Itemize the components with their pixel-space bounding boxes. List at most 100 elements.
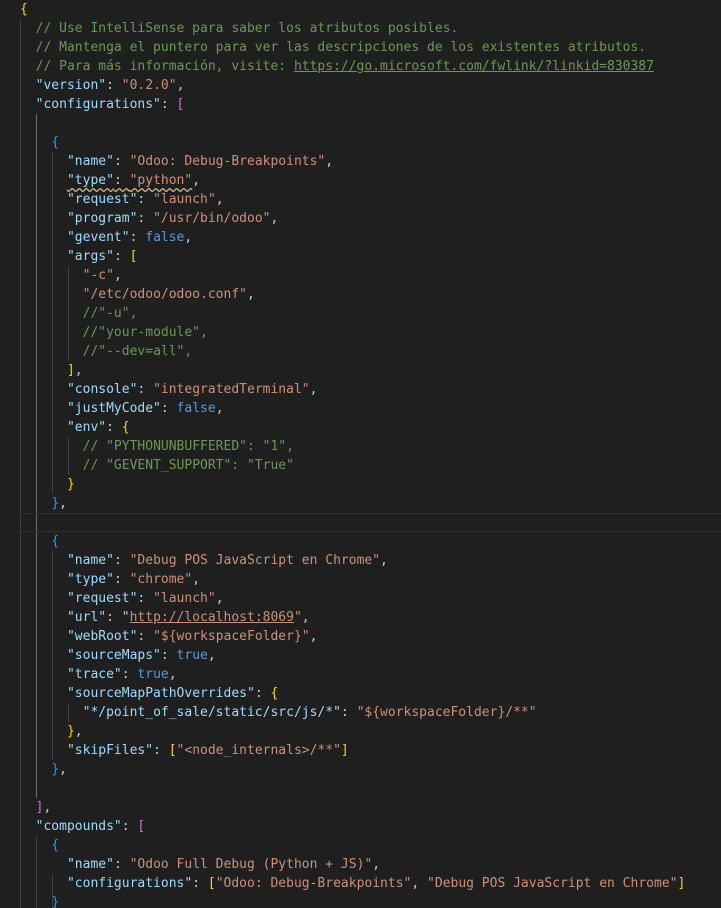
code-line[interactable]: "program": "/usr/bin/odoo",	[20, 209, 278, 228]
code-line[interactable]: "justMyCode": false,	[20, 399, 224, 418]
code-token: "chrome"	[129, 572, 193, 587]
code-line[interactable]: "*/point_of_sale/static/src/js/*": "${wo…	[20, 703, 537, 722]
code-token: "args"	[66, 249, 114, 264]
code-token: "justMyCode"	[66, 401, 161, 416]
code-line[interactable]: "configurations": [	[20, 95, 185, 114]
code-line[interactable]: // "GEVENT_SUPPORT": "True"	[20, 456, 294, 475]
code-token: ,	[372, 857, 381, 872]
code-line[interactable]: //"-u",	[20, 304, 138, 323]
code-line[interactable]: // "PYTHONUNBUFFERED": "1",	[20, 437, 294, 456]
code-line[interactable]: // Para más información, visite: https:/…	[20, 57, 654, 76]
code-line[interactable]: "/etc/odoo/odoo.conf",	[20, 285, 255, 304]
code-line[interactable]: "console": "integratedTerminal",	[20, 380, 317, 399]
code-line[interactable]: "configurations": ["Odoo: Debug-Breakpoi…	[20, 874, 685, 893]
code-token: "Odoo: Debug-Breakpoints"	[129, 154, 326, 169]
code-line[interactable]: //"--dev=all",	[20, 342, 193, 361]
code-token: :	[160, 648, 177, 663]
code-line[interactable]: {	[20, 836, 59, 855]
code-token: ,	[215, 591, 224, 606]
code-token: :	[113, 173, 130, 188]
code-token: //"--dev=all",	[82, 344, 193, 359]
code-token: :	[160, 401, 177, 416]
code-token: ,	[309, 382, 318, 397]
code-line[interactable]: ],	[20, 798, 52, 817]
code-token: ,	[113, 268, 122, 283]
code-line[interactable]: "url": "http://localhost:8069",	[20, 608, 310, 627]
code-line[interactable]: },	[20, 494, 67, 513]
code-token: "${workspaceFolder}/**"	[356, 705, 537, 720]
code-token: "python"	[129, 173, 193, 188]
code-line[interactable]: //"your-module",	[20, 323, 208, 342]
code-line[interactable]: "type": "chrome",	[20, 570, 200, 589]
code-token: :	[113, 154, 130, 169]
code-line[interactable]: "trace": true,	[20, 665, 177, 684]
code-editor[interactable]: { // Use IntelliSense para saber los atr…	[0, 0, 721, 908]
code-line[interactable]: "sourceMapPathOverrides": {	[20, 684, 278, 703]
code-line[interactable]: {	[20, 0, 28, 19]
code-token: "trace"	[66, 667, 122, 682]
code-line[interactable]: // Mantenga el puntero para ver las desc…	[20, 38, 647, 57]
code-token: }	[51, 496, 60, 511]
code-token: ,	[247, 287, 255, 302]
code-token: [	[168, 743, 177, 758]
code-line[interactable]: {	[20, 532, 59, 551]
code-line[interactable]: {	[20, 133, 59, 152]
code-token: ,	[215, 401, 224, 416]
code-line[interactable]: ],	[20, 361, 83, 380]
code-token: // "PYTHONUNBUFFERED": "1",	[82, 439, 294, 454]
code-token: true	[176, 648, 208, 663]
code-line[interactable]: "name": "Odoo: Debug-Breakpoints",	[20, 152, 333, 171]
code-line[interactable]: "name": "Debug POS JavaScript en Chrome"…	[20, 551, 388, 570]
code-token: "program"	[66, 211, 138, 226]
code-line[interactable]: "skipFiles": ["<node_internals>/**"]	[20, 741, 349, 760]
code-line[interactable]: }	[20, 475, 75, 494]
code-token: :	[106, 420, 122, 435]
code-line[interactable]: "type": "python",	[20, 171, 200, 190]
code-line[interactable]: "env": {	[20, 418, 130, 437]
code-token: ]	[340, 743, 349, 758]
code-line[interactable]: },	[20, 760, 67, 779]
code-line[interactable]: "name": "Odoo Full Debug (Python + JS)",	[20, 855, 380, 874]
code-token: ,	[270, 211, 279, 226]
code-token: :	[137, 382, 154, 397]
code-token: ,	[411, 876, 428, 891]
code-line[interactable]: "args": [	[20, 247, 137, 266]
code-token: "request"	[66, 591, 138, 606]
code-token: }	[51, 895, 60, 908]
code-line[interactable]: "sourceMaps": true,	[20, 646, 216, 665]
code-link[interactable]: http://localhost:8069	[130, 610, 294, 625]
code-token: ,	[192, 173, 201, 188]
code-line[interactable]: "request": "launch",	[20, 190, 224, 209]
code-token: ,	[59, 762, 67, 777]
code-line[interactable]: "-c",	[20, 266, 122, 285]
code-token: :	[192, 876, 208, 891]
code-token: "<node_internals>/**"	[176, 743, 341, 758]
code-line[interactable]	[20, 513, 721, 532]
code-line[interactable]: },	[20, 722, 83, 741]
code-line[interactable]: }	[20, 893, 59, 908]
code-token: "launch"	[153, 591, 216, 606]
code-link[interactable]: https://go.microsoft.com/fwlink/?linkid=…	[294, 59, 654, 74]
code-token: :	[113, 249, 130, 264]
code-token: false	[176, 401, 216, 416]
code-line[interactable]: "request": "launch",	[20, 589, 224, 608]
code-line[interactable]: "version": "0.2.0",	[20, 76, 185, 95]
code-line[interactable]: // Use IntelliSense para saber los atrib…	[20, 19, 459, 38]
code-token: ,	[309, 629, 318, 644]
code-line[interactable]: "gevent": false,	[20, 228, 192, 247]
code-token: // "GEVENT_SUPPORT": "True"	[82, 458, 294, 473]
code-line[interactable]: "compounds": [	[20, 817, 146, 836]
code-token: ,	[192, 572, 201, 587]
code-line[interactable]: "webRoot": "${workspaceFolder}",	[20, 627, 317, 646]
code-token: ,	[215, 192, 224, 207]
code-token: :	[137, 629, 154, 644]
